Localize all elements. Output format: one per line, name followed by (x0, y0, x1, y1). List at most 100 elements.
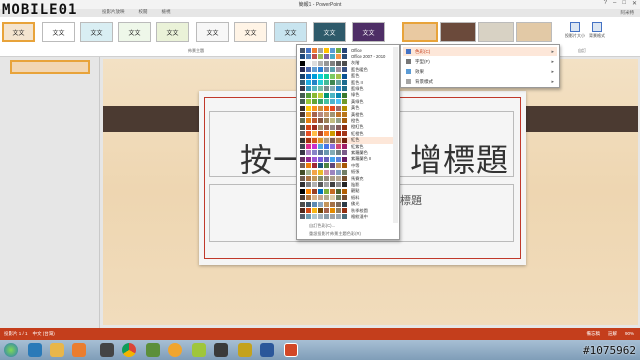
color-swatch (336, 73, 341, 79)
color-swatch (330, 105, 335, 111)
word-icon[interactable] (260, 343, 274, 357)
color-swatch (312, 176, 317, 181)
color-swatch (324, 137, 329, 143)
color-scheme-item[interactable]: 格紋淺中 (300, 213, 396, 220)
theme-thumbnail[interactable]: 文文 (234, 22, 267, 42)
app-icon[interactable] (192, 343, 206, 357)
color-swatch (300, 176, 305, 181)
color-swatch (336, 48, 341, 53)
media-icon[interactable] (72, 343, 86, 357)
customize-group-label: 自訂 (578, 48, 586, 53)
color-swatch (342, 92, 347, 98)
theme-thumbnail[interactable]: 文文 (2, 22, 35, 42)
color-swatch (312, 60, 317, 66)
theme-thumbnail[interactable]: 文文 (42, 22, 75, 42)
color-swatch (330, 176, 335, 181)
variant-thumbnail[interactable] (478, 22, 514, 42)
reset-colors-item[interactable]: 重設投影片佈景主題色彩(R) (309, 231, 361, 237)
minimize-icon[interactable]: – (613, 0, 616, 7)
color-swatch (336, 118, 341, 124)
color-swatch (336, 60, 341, 66)
dropdown-scrollbar[interactable] (393, 47, 398, 223)
color-swatch (312, 144, 317, 149)
slide-subtitle-text[interactable]: 標題 (400, 192, 422, 208)
color-swatch (330, 201, 335, 207)
theme-thumbnail[interactable]: 文文 (352, 22, 385, 42)
color-swatch (300, 150, 305, 156)
color-swatch (318, 208, 323, 213)
menu-item-fonts[interactable]: 字型(F) ▸ (403, 57, 557, 66)
theme-thumbnail[interactable]: 文文 (156, 22, 189, 42)
color-swatch (342, 163, 347, 169)
theme-thumbnail[interactable]: 文文 (313, 22, 346, 42)
app-icon[interactable] (238, 343, 252, 357)
app-icon[interactable] (146, 343, 160, 357)
tab-review[interactable]: 校閱 (137, 8, 150, 16)
theme-thumbnail[interactable]: 文文 (196, 22, 229, 42)
color-swatch (342, 208, 347, 213)
color-swatch (336, 112, 341, 117)
color-swatch (336, 86, 341, 92)
language-indicator[interactable]: 中文 (台灣) (33, 331, 55, 336)
color-swatch (330, 195, 335, 201)
app-icon[interactable] (214, 343, 228, 357)
windows-orb[interactable] (4, 343, 18, 357)
theme-thumbnail[interactable]: 文文 (80, 22, 113, 42)
app-icon[interactable] (100, 343, 114, 357)
window-title: 簡報1 - PowerPoint (298, 2, 342, 8)
color-swatch (318, 48, 323, 53)
notes-button[interactable]: 備忘稿 (586, 331, 600, 337)
color-swatch (330, 67, 335, 73)
theme-thumbnail[interactable]: 文文 (274, 22, 307, 42)
color-swatch (330, 208, 335, 213)
slide-thumbnail[interactable] (10, 60, 90, 74)
color-swatch (324, 195, 329, 201)
comments-button[interactable]: 註解 (608, 331, 617, 337)
ie-icon[interactable] (28, 343, 42, 357)
color-swatch (336, 182, 341, 188)
variant-thumbnail[interactable] (516, 22, 552, 42)
color-swatch (318, 105, 323, 111)
tab-slideshow[interactable]: 投影片放映 (100, 8, 127, 16)
close-icon[interactable]: ✕ (632, 0, 637, 7)
color-swatch (300, 73, 305, 79)
color-swatch (330, 112, 335, 117)
menu-item-effects[interactable]: 效果 ▸ (403, 67, 557, 76)
slide-size-button[interactable]: 投影片大小 (564, 20, 586, 44)
color-swatch (330, 188, 335, 194)
color-swatch (312, 201, 317, 207)
folder-icon[interactable] (50, 343, 64, 357)
theme-thumbnail[interactable]: 文文 (118, 22, 151, 42)
maximize-icon[interactable]: □ (622, 0, 626, 7)
color-swatch (312, 118, 317, 124)
color-swatch (312, 195, 317, 201)
status-right: 備忘稿 註解 90% (586, 331, 634, 337)
color-swatch (336, 150, 341, 156)
color-swatch (312, 208, 317, 213)
tab-view[interactable]: 檢視 (160, 8, 173, 16)
menu-item-background-styles[interactable]: 背景樣式 ▸ (403, 77, 557, 86)
color-swatch (300, 144, 305, 149)
user-name[interactable]: 阿米特 (621, 10, 635, 16)
color-swatch (306, 131, 311, 137)
zoom-level[interactable]: 90% (625, 331, 634, 337)
color-swatch (306, 156, 311, 162)
color-swatch (306, 99, 311, 105)
menu-item-colors[interactable]: 色彩(C) ▸ (403, 47, 557, 56)
format-background-label: 背景格式 (589, 33, 605, 38)
status-left: 投影片 1 / 1 中文 (台灣) (4, 331, 55, 337)
format-background-button[interactable]: 背景格式 (586, 20, 608, 44)
color-swatch (312, 124, 317, 130)
chrome-icon[interactable] (122, 343, 136, 357)
slide-title-text[interactable]: 增標題 (410, 135, 509, 181)
color-swatch (336, 195, 341, 201)
variant-thumbnail[interactable] (402, 22, 438, 42)
color-swatch (318, 137, 323, 143)
variant-thumbnail[interactable] (440, 22, 476, 42)
help-icon[interactable]: ? (604, 0, 607, 7)
powerpoint-icon[interactable] (284, 343, 298, 357)
color-swatch (312, 112, 317, 117)
app-icon[interactable] (168, 343, 182, 357)
customize-colors-item[interactable]: 自訂色彩(C)... (309, 223, 335, 229)
color-swatch (330, 92, 335, 98)
